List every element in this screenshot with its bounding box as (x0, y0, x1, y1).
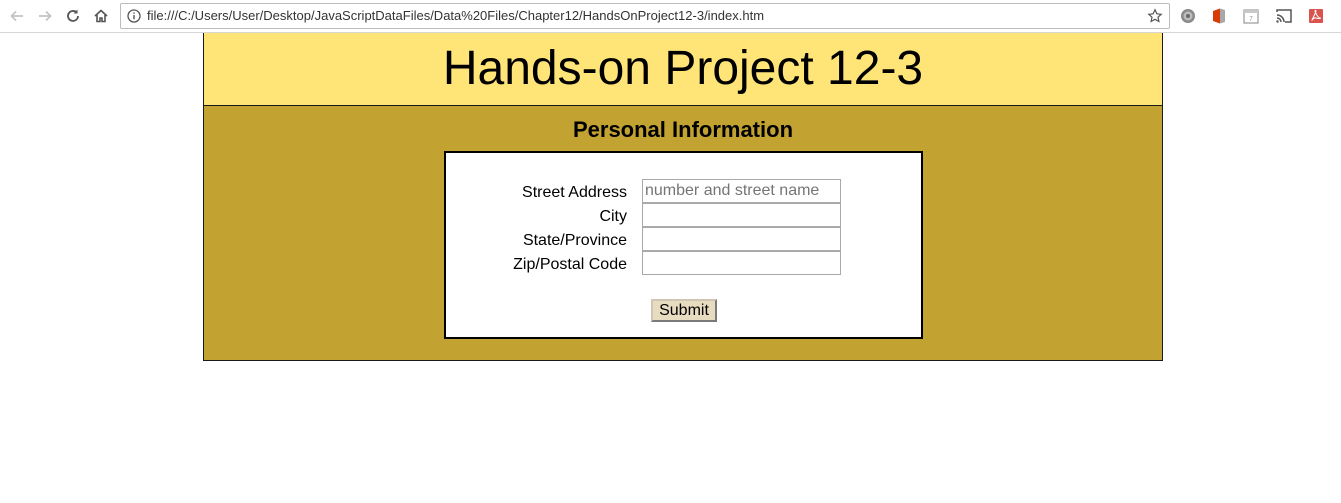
page-title: Hands-on Project 12-3 (442, 42, 924, 95)
home-icon (94, 9, 108, 23)
page-container: Hands-on Project 12-3 Personal Informati… (203, 33, 1163, 361)
street-address-row: Street Address (446, 179, 921, 203)
city-row: City (446, 203, 921, 227)
forward-button[interactable] (34, 5, 56, 27)
zip-postal-code-label: Zip/Postal Code (513, 256, 627, 273)
state-province-row: State/Province (446, 227, 921, 251)
gear-extension-button[interactable] (1179, 7, 1197, 25)
star-icon[interactable] (1147, 8, 1163, 24)
city-input[interactable] (642, 203, 841, 227)
submit-button[interactable]: Submit (651, 299, 717, 322)
state-province-input[interactable] (642, 227, 841, 251)
browser-toolbar: file:///C:/Users/User/Desktop/JavaScript… (0, 0, 1341, 33)
address-form: Street Address City State/Province Zip/P… (444, 151, 923, 339)
zip-postal-code-input[interactable] (642, 251, 841, 275)
content-area: Personal Information Street Address City… (204, 106, 1162, 360)
info-icon[interactable] (127, 9, 141, 23)
cast-icon (1276, 9, 1292, 23)
city-label: City (599, 208, 627, 225)
reload-icon (67, 9, 79, 22)
reload-button[interactable] (62, 5, 84, 27)
forward-arrow-icon (39, 10, 52, 22)
street-address-label: Street Address (522, 184, 627, 201)
office-extension-button[interactable] (1210, 7, 1228, 25)
pdf-extension-icon (1309, 9, 1323, 23)
calendar-extension-icon: 7 (1243, 9, 1259, 24)
office-extension-icon (1213, 8, 1225, 24)
section-title: Personal Information (572, 117, 794, 142)
address-bar[interactable]: file:///C:/Users/User/Desktop/JavaScript… (120, 3, 1170, 29)
street-address-input[interactable] (642, 179, 841, 203)
back-arrow-icon (10, 10, 23, 22)
home-button[interactable] (90, 5, 112, 27)
zip-postal-code-row: Zip/Postal Code (446, 251, 921, 275)
cast-button[interactable] (1275, 7, 1293, 25)
page-header: Hands-on Project 12-3 (204, 33, 1162, 106)
pdf-extension-button[interactable] (1307, 7, 1325, 25)
calendar-extension-button[interactable]: 7 (1242, 7, 1260, 25)
svg-text:7: 7 (1249, 16, 1253, 23)
gear-extension-icon (1181, 9, 1195, 23)
state-province-label: State/Province (522, 232, 627, 249)
url-text[interactable]: file:///C:/Users/User/Desktop/JavaScript… (147, 8, 764, 23)
back-button[interactable] (6, 5, 28, 27)
